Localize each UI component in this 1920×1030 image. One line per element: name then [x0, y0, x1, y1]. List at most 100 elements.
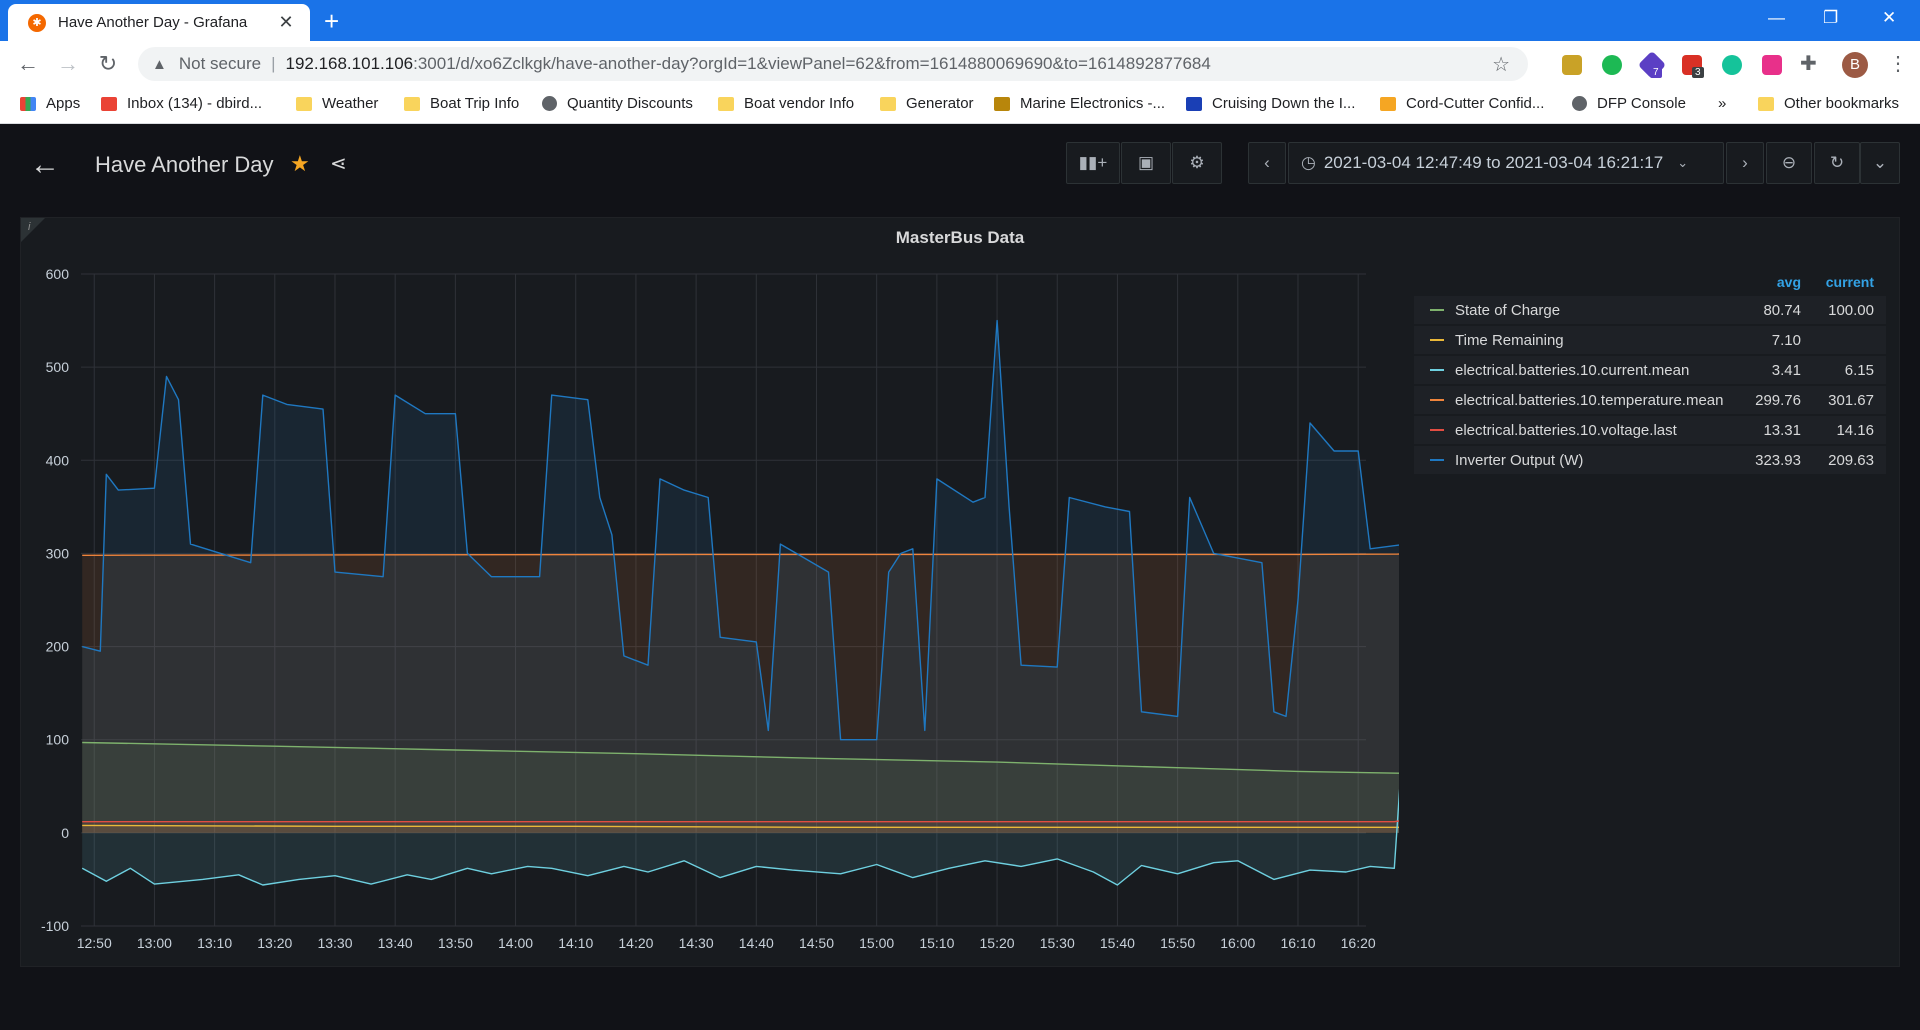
bookmark-label: Apps	[46, 95, 81, 112]
bookmark-apps[interactable]: Apps	[20, 95, 80, 112]
extension-icon[interactable]	[1562, 55, 1582, 75]
x-tick-label: 16:20	[1341, 935, 1376, 951]
close-tab-icon[interactable]: ✕	[276, 12, 296, 33]
legend-series-name: State of Charge	[1455, 302, 1561, 319]
bookmark-star-icon[interactable]: ☆	[1492, 52, 1510, 77]
add-panel-icon: ▮▮+	[1078, 153, 1108, 172]
x-tick-label: 15:30	[1040, 935, 1075, 951]
extension-icon[interactable]	[1762, 55, 1782, 75]
legend-row[interactable]: electrical.batteries.10.temperature.mean…	[1414, 386, 1886, 414]
x-tick-label: 14:40	[739, 935, 774, 951]
bookmark-boat-trip-info[interactable]: Boat Trip Info	[404, 95, 519, 112]
folder-icon	[1758, 96, 1774, 111]
bookmark-cord-cutter[interactable]: Cord-Cutter Confid...	[1380, 95, 1544, 112]
overflow-chevron-icon: »	[1718, 95, 1727, 112]
minimize-icon[interactable]: —	[1768, 8, 1785, 28]
save-icon: ▣	[1137, 153, 1155, 172]
legend-row[interactable]: Time Remaining 7.10	[1414, 326, 1886, 354]
legend-avg-value: 323.93	[1755, 452, 1801, 469]
chevron-down-icon: ⌄	[1872, 153, 1888, 172]
chrome-menu-icon[interactable]: ⋮	[1888, 51, 1908, 76]
x-tick-label: 14:50	[799, 935, 834, 951]
legend-row[interactable]: State of Charge 80.74 100.00	[1414, 296, 1886, 324]
time-range-label: 2021-03-04 12:47:49 to 2021-03-04 16:21:…	[1323, 153, 1664, 172]
bookmark-quantity-discounts[interactable]: Quantity Discounts	[542, 95, 693, 112]
folder-icon	[296, 96, 312, 111]
legend-header: avg current	[1414, 272, 1886, 296]
restore-icon[interactable]: ❐	[1823, 8, 1838, 28]
legend-row[interactable]: electrical.batteries.10.voltage.last 13.3…	[1414, 416, 1886, 444]
add-panel-button[interactable]: ▮▮+	[1066, 142, 1120, 184]
refresh-interval-dropdown[interactable]: ⌄	[1860, 142, 1900, 184]
new-tab-button[interactable]: +	[324, 6, 339, 37]
y-tick-label: 0	[61, 825, 69, 841]
bookmark-other-bookmarks[interactable]: Other bookmarks	[1758, 95, 1899, 112]
time-shift-forward-button[interactable]: ›	[1726, 142, 1764, 184]
legend-row[interactable]: electrical.batteries.10.current.mean 3.41…	[1414, 356, 1886, 384]
x-tick-label: 13:50	[438, 935, 473, 951]
save-dashboard-button[interactable]: ▣	[1121, 142, 1171, 184]
tab-title: Have Another Day - Grafana	[58, 14, 248, 31]
x-tick-label: 14:00	[498, 935, 533, 951]
bookmark-label: DFP Console	[1597, 95, 1686, 112]
bookmark-weather[interactable]: Weather	[296, 95, 378, 112]
legend: avg current State of Charge 80.74 100.00 Ti…	[1414, 272, 1886, 476]
anchor-icon	[994, 96, 1010, 111]
browser-tab[interactable]: ✱ Have Another Day - Grafana ✕	[8, 4, 310, 41]
bookmarks-bar: Apps Inbox (134) - dbird... Weather Boat…	[0, 87, 1920, 124]
extension-icon[interactable]	[1602, 55, 1622, 75]
time-shift-back-button[interactable]: ‹	[1248, 142, 1286, 184]
grammarly-icon[interactable]	[1722, 55, 1742, 75]
bookmark-dfp-console[interactable]: DFP Console	[1572, 95, 1686, 112]
legend-avg-header[interactable]: avg	[1777, 274, 1801, 290]
back-arrow-icon[interactable]: ←	[14, 50, 42, 78]
series-swatch	[1430, 369, 1444, 371]
url-host: 192.168.101.106	[285, 54, 414, 73]
bookmark-inbox[interactable]: Inbox (134) - dbird...	[101, 95, 262, 112]
legend-current-value: 209.63	[1828, 452, 1874, 469]
bookmark-label: Inbox (134) - dbird...	[127, 95, 263, 112]
legend-row[interactable]: Inverter Output (W) 323.93 209.63	[1414, 446, 1886, 474]
back-arrow-icon[interactable]: ←	[30, 148, 60, 182]
globe-icon	[542, 96, 557, 111]
stripes-icon	[1380, 96, 1396, 111]
chevron-down-icon: ⌄	[1677, 155, 1689, 170]
bookmark-boat-vendor-info[interactable]: Boat vendor Info	[718, 95, 854, 112]
favorite-star-icon[interactable]: ★	[290, 151, 310, 177]
puzzle-icon[interactable]: ✚	[1800, 51, 1817, 76]
chevron-left-icon: ‹	[1264, 153, 1270, 172]
forward-arrow-icon[interactable]: →	[54, 50, 82, 78]
share-icon[interactable]: ⋖	[330, 151, 347, 176]
browser-tab-strip: ✱ Have Another Day - Grafana ✕ + — ❐ ✕	[0, 0, 1920, 41]
bookmark-generator[interactable]: Generator	[880, 95, 974, 112]
x-tick-label: 15:20	[980, 935, 1015, 951]
address-bar[interactable]: ▲ Not secure | 192.168.101.106 :3001/d/x…	[138, 47, 1528, 81]
close-window-icon[interactable]: ✕	[1882, 8, 1896, 28]
refresh-button[interactable]: ↻	[1814, 142, 1860, 184]
bookmark-marine-electronics[interactable]: Marine Electronics -...	[994, 95, 1165, 112]
legend-current-value: 14.16	[1836, 422, 1874, 439]
x-tick-label: 14:20	[618, 935, 653, 951]
bookmark-label: Marine Electronics -...	[1020, 95, 1166, 112]
bookmark-label: Boat vendor Info	[744, 95, 855, 112]
legend-avg-value: 7.10	[1771, 332, 1801, 349]
x-tick-label: 16:10	[1280, 935, 1315, 951]
chart-canvas[interactable]: 600 500 400 300 200 100 0 -100 12:50 13:00 13:10 1…	[21, 218, 1399, 958]
legend-current-header[interactable]: current	[1826, 274, 1874, 290]
x-tick-label: 13:00	[137, 935, 172, 951]
legend-current-value: 6.15	[1844, 362, 1874, 379]
legend-avg-value: 13.31	[1763, 422, 1801, 439]
bookmarks-overflow-button[interactable]: »	[1718, 95, 1726, 112]
x-tick-label: 15:50	[1160, 935, 1195, 951]
time-picker-button[interactable]: ◷ 2021-03-04 12:47:49 to 2021-03-04 16:2…	[1288, 142, 1724, 184]
dashboard-title[interactable]: Have Another Day	[95, 152, 274, 178]
reload-icon[interactable]: ↻	[94, 50, 122, 78]
browser-toolbar: ← → ↻ ▲ Not secure | 192.168.101.106 :30…	[0, 41, 1920, 87]
profile-avatar[interactable]: B	[1842, 52, 1868, 78]
dashboard-settings-button[interactable]: ⚙	[1172, 142, 1222, 184]
folder-icon	[880, 96, 896, 111]
bookmark-cruising-down[interactable]: Cruising Down the I...	[1186, 95, 1355, 112]
legend-avg-value: 299.76	[1755, 392, 1801, 409]
zoom-out-button[interactable]: ⊖	[1766, 142, 1812, 184]
legend-current-value: 100.00	[1828, 302, 1874, 319]
